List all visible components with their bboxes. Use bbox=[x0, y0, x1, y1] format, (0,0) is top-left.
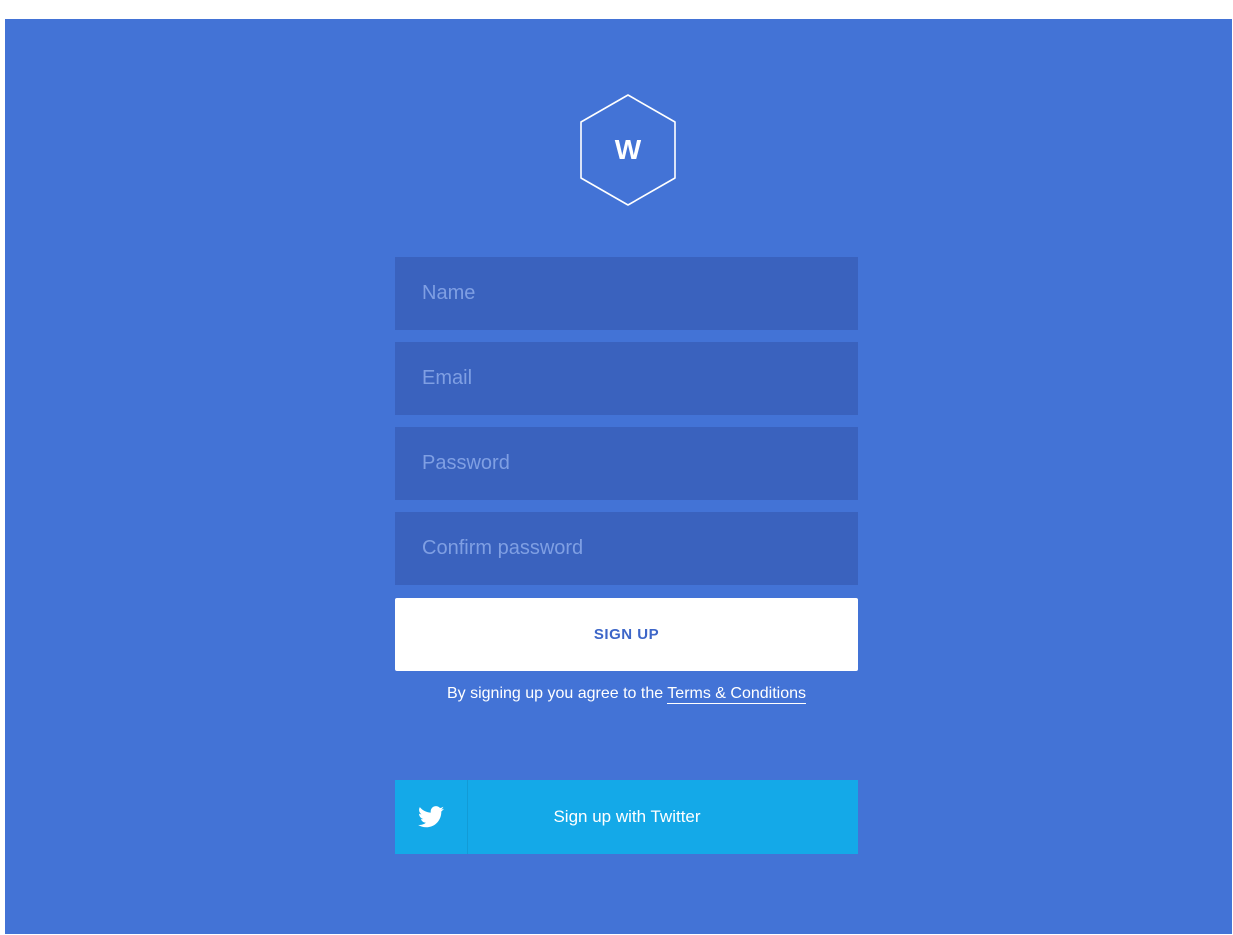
email-field[interactable] bbox=[395, 342, 858, 415]
twitter-bird-icon bbox=[418, 806, 444, 828]
terms-notice: By signing up you agree to the Terms & C… bbox=[395, 685, 858, 704]
twitter-signup-button[interactable]: Sign up with Twitter bbox=[395, 780, 858, 854]
terms-prefix: By signing up you agree to the bbox=[446, 685, 668, 702]
name-field[interactable] bbox=[395, 257, 858, 330]
logo-letter: W bbox=[614, 134, 642, 165]
sign-up-button[interactable]: SIGN UP bbox=[395, 598, 858, 671]
twitter-icon-box bbox=[395, 780, 468, 854]
password-field[interactable] bbox=[395, 427, 858, 500]
twitter-button-label: Sign up with Twitter bbox=[553, 807, 701, 826]
logo: W bbox=[575, 92, 681, 208]
signup-panel: W SIGN UP By signing up you agree to the… bbox=[5, 19, 1232, 934]
confirm-password-field[interactable] bbox=[395, 512, 858, 585]
terms-link[interactable]: Terms & Conditions bbox=[667, 685, 807, 704]
